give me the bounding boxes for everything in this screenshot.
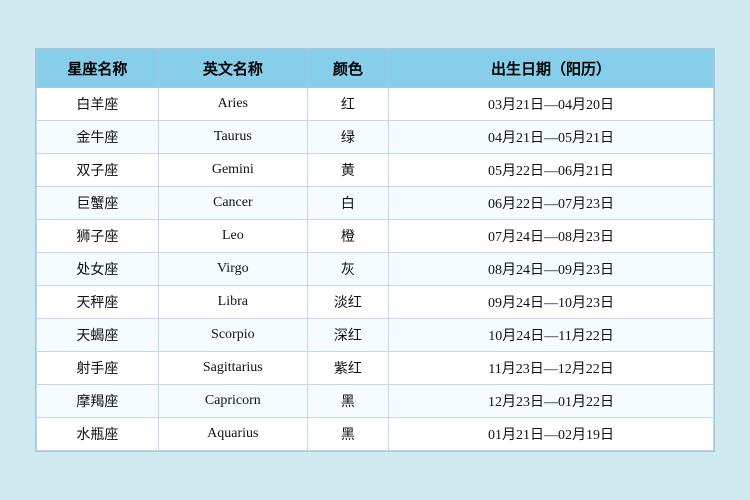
header-chinese: 星座名称 xyxy=(37,50,159,88)
cell-color: 红 xyxy=(307,88,388,121)
table-row: 摩羯座Capricorn黑12月23日—01月22日 xyxy=(37,385,714,418)
cell-color: 深红 xyxy=(307,319,388,352)
table-row: 天秤座Libra淡红09月24日—10月23日 xyxy=(37,286,714,319)
cell-chinese: 处女座 xyxy=(37,253,159,286)
cell-date: 10月24日—11月22日 xyxy=(389,319,714,352)
table-row: 狮子座Leo橙07月24日—08月23日 xyxy=(37,220,714,253)
table-header-row: 星座名称 英文名称 颜色 出生日期（阳历） xyxy=(37,50,714,88)
cell-color: 灰 xyxy=(307,253,388,286)
cell-color: 绿 xyxy=(307,121,388,154)
cell-date: 09月24日—10月23日 xyxy=(389,286,714,319)
header-english: 英文名称 xyxy=(158,50,307,88)
cell-english: Gemini xyxy=(158,154,307,187)
cell-chinese: 射手座 xyxy=(37,352,159,385)
cell-color: 白 xyxy=(307,187,388,220)
table-row: 双子座Gemini黄05月22日—06月21日 xyxy=(37,154,714,187)
header-color: 颜色 xyxy=(307,50,388,88)
table-row: 水瓶座Aquarius黑01月21日—02月19日 xyxy=(37,418,714,451)
cell-chinese: 天秤座 xyxy=(37,286,159,319)
cell-chinese: 天蝎座 xyxy=(37,319,159,352)
cell-english: Scorpio xyxy=(158,319,307,352)
cell-color: 黑 xyxy=(307,385,388,418)
cell-date: 01月21日—02月19日 xyxy=(389,418,714,451)
cell-color: 橙 xyxy=(307,220,388,253)
cell-chinese: 巨蟹座 xyxy=(37,187,159,220)
cell-english: Libra xyxy=(158,286,307,319)
table-row: 射手座Sagittarius紫红11月23日—12月22日 xyxy=(37,352,714,385)
table-row: 处女座Virgo灰08月24日—09月23日 xyxy=(37,253,714,286)
cell-chinese: 金牛座 xyxy=(37,121,159,154)
cell-english: Taurus xyxy=(158,121,307,154)
cell-english: Cancer xyxy=(158,187,307,220)
cell-date: 06月22日—07月23日 xyxy=(389,187,714,220)
zodiac-table: 星座名称 英文名称 颜色 出生日期（阳历） 白羊座Aries红03月21日—04… xyxy=(36,49,714,451)
cell-color: 黄 xyxy=(307,154,388,187)
cell-english: Capricorn xyxy=(158,385,307,418)
cell-date: 07月24日—08月23日 xyxy=(389,220,714,253)
cell-date: 03月21日—04月20日 xyxy=(389,88,714,121)
cell-chinese: 水瓶座 xyxy=(37,418,159,451)
cell-chinese: 双子座 xyxy=(37,154,159,187)
cell-english: Leo xyxy=(158,220,307,253)
zodiac-table-container: 星座名称 英文名称 颜色 出生日期（阳历） 白羊座Aries红03月21日—04… xyxy=(35,48,715,452)
cell-english: Aries xyxy=(158,88,307,121)
cell-chinese: 狮子座 xyxy=(37,220,159,253)
cell-date: 04月21日—05月21日 xyxy=(389,121,714,154)
cell-date: 12月23日—01月22日 xyxy=(389,385,714,418)
header-date: 出生日期（阳历） xyxy=(389,50,714,88)
cell-date: 05月22日—06月21日 xyxy=(389,154,714,187)
table-row: 天蝎座Scorpio深红10月24日—11月22日 xyxy=(37,319,714,352)
table-row: 金牛座Taurus绿04月21日—05月21日 xyxy=(37,121,714,154)
cell-date: 11月23日—12月22日 xyxy=(389,352,714,385)
cell-chinese: 白羊座 xyxy=(37,88,159,121)
table-row: 白羊座Aries红03月21日—04月20日 xyxy=(37,88,714,121)
cell-chinese: 摩羯座 xyxy=(37,385,159,418)
cell-color: 淡红 xyxy=(307,286,388,319)
cell-english: Sagittarius xyxy=(158,352,307,385)
cell-color: 紫红 xyxy=(307,352,388,385)
table-body: 白羊座Aries红03月21日—04月20日金牛座Taurus绿04月21日—0… xyxy=(37,88,714,451)
cell-english: Virgo xyxy=(158,253,307,286)
table-row: 巨蟹座Cancer白06月22日—07月23日 xyxy=(37,187,714,220)
cell-color: 黑 xyxy=(307,418,388,451)
cell-english: Aquarius xyxy=(158,418,307,451)
cell-date: 08月24日—09月23日 xyxy=(389,253,714,286)
